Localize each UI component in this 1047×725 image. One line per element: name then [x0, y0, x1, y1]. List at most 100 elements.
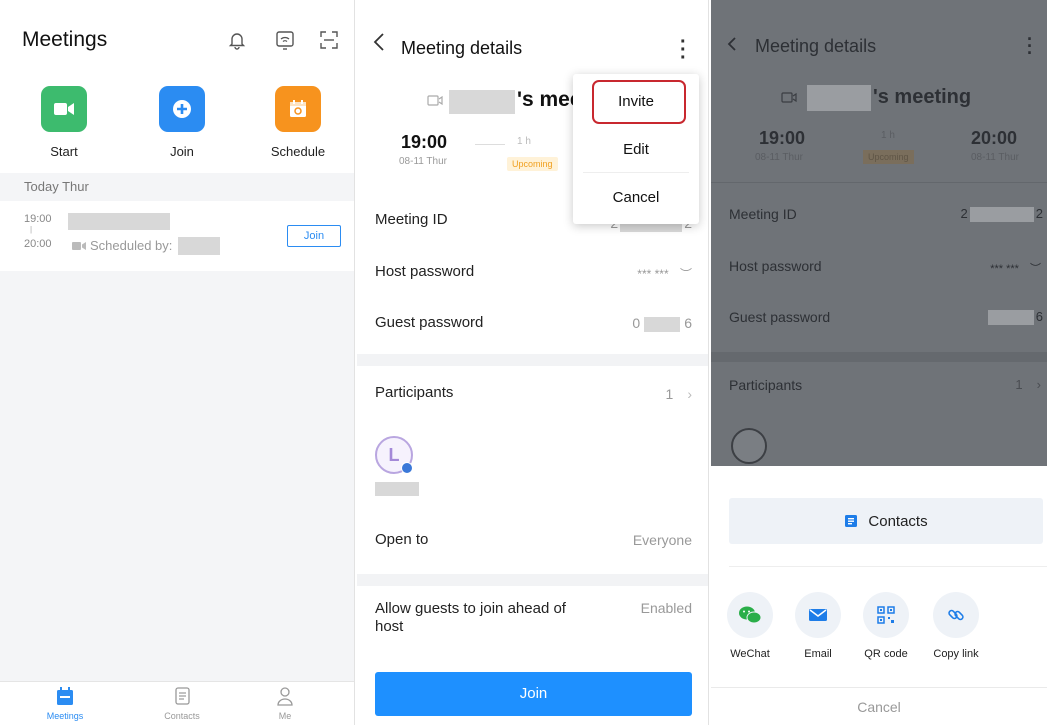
end-time: 20:00	[970, 128, 1017, 148]
share-qr-code[interactable]: QR code	[853, 592, 919, 660]
meeting-list-item[interactable]: 19:00 | 20:00 Scheduled by: Join	[0, 201, 354, 271]
organizer-name-redacted	[178, 237, 220, 255]
email-label: Email	[804, 648, 832, 660]
meetings-screen: Meetings Start Join Schedule Today Thur …	[0, 0, 355, 725]
page-title: Meeting details	[401, 38, 523, 58]
divider	[711, 182, 1047, 183]
nav-item-meetings[interactable]: Meetings	[30, 686, 100, 721]
nav-label-me: Me	[278, 711, 292, 721]
host-badge-icon	[401, 462, 413, 474]
contacts-icon	[845, 515, 858, 527]
back-arrow-icon[interactable]	[373, 32, 385, 52]
status-badge: Upcoming	[863, 150, 914, 164]
details-header: Meeting details · · ·	[357, 0, 708, 80]
plus-circle-icon	[159, 86, 205, 132]
start-time: 19:00	[401, 132, 448, 152]
meeting-id-value: 22	[960, 206, 1043, 223]
bottom-navigation: Meetings Contacts Me	[0, 681, 354, 725]
more-options-icon: · · ·	[1027, 29, 1033, 63]
more-options-icon[interactable]: · · ·	[680, 32, 687, 68]
participants-label: Participants	[729, 377, 803, 393]
cancel-button[interactable]: Cancel	[711, 687, 1047, 725]
dimmed-background[interactable]: Meeting details · · · 's meeting 19:00 08-…	[711, 0, 1047, 466]
divider	[729, 566, 1047, 567]
menu-item-invite[interactable]: Invite	[573, 93, 699, 110]
bell-icon[interactable]	[226, 29, 248, 51]
meeting-title-redacted	[68, 213, 170, 230]
allow-guests-value[interactable]: Enabled	[641, 600, 692, 616]
more-options-menu: Invite Edit Cancel	[573, 74, 699, 224]
host-password-label: Host password	[375, 263, 475, 280]
guest-password-label: Guest password	[729, 309, 831, 325]
guest-password-value: 06	[632, 315, 692, 332]
contacts-button[interactable]: Contacts	[729, 498, 1043, 544]
menu-item-cancel[interactable]: Cancel	[573, 189, 699, 206]
open-to-value[interactable]: Everyone	[633, 532, 692, 548]
duration: 1 h	[517, 136, 531, 147]
nav-item-contacts[interactable]: Contacts	[147, 686, 217, 721]
start-date: 08-11 Thur	[399, 156, 447, 167]
join-meeting-item-button[interactable]: Join	[287, 225, 341, 247]
meetings-header: Meetings Start Join Schedule	[0, 0, 354, 173]
nav-label-meetings: Meetings	[46, 711, 84, 721]
guest-password-value: 6	[986, 309, 1043, 326]
duration: 1 h	[881, 130, 895, 141]
share-email[interactable]: Email	[785, 592, 851, 660]
contacts-label: Contacts	[868, 512, 928, 530]
share-sheet: Contacts WeChat Email QR code Copy link …	[711, 466, 1047, 725]
email-icon	[795, 592, 841, 638]
menu-item-edit[interactable]: Edit	[573, 141, 699, 158]
video-icon	[427, 95, 443, 106]
host-password-label: Host password	[729, 258, 822, 274]
join-meeting-button[interactable]: Join	[142, 86, 222, 159]
meeting-id-label: Meeting ID	[729, 206, 797, 222]
schedule-label: Schedule	[270, 144, 326, 159]
wechat-icon	[727, 592, 773, 638]
eye-closed-icon[interactable]: ︶	[680, 267, 692, 281]
join-button[interactable]: Join	[375, 672, 692, 716]
date-section-header: Today Thur	[0, 173, 354, 201]
share-wechat[interactable]: WeChat	[717, 592, 783, 660]
time-separator: |	[30, 225, 33, 234]
video-camera-icon	[41, 86, 87, 132]
participants-count: 1 ›	[1015, 377, 1041, 392]
start-label: Start	[50, 144, 78, 159]
meeting-start-time: 19:00	[24, 213, 52, 225]
allow-guests-label: Allow guests to join ahead of host	[375, 600, 566, 635]
share-copy-link[interactable]: Copy link	[923, 592, 989, 660]
person-icon	[277, 687, 293, 706]
participant-name-redacted	[375, 482, 419, 496]
qr-code-label: QR code	[864, 648, 908, 660]
wechat-label: WeChat	[730, 648, 770, 660]
nav-label-contacts: Contacts	[164, 711, 200, 721]
scheduled-by-label: Scheduled by:	[90, 238, 173, 253]
host-password-value: *** *** ︶	[637, 267, 692, 281]
start-date: 08-11 Thur	[755, 152, 803, 163]
participants-count[interactable]: 1 ›	[666, 386, 692, 402]
participants-section: Participants 1 › L Open to Everyone	[357, 366, 708, 574]
back-arrow-icon	[727, 37, 736, 51]
copy-link-label: Copy link	[933, 648, 979, 660]
nav-item-me[interactable]: Me	[250, 686, 320, 721]
page-title: Meetings	[22, 28, 108, 51]
calendar-icon	[275, 86, 321, 132]
link-icon	[933, 592, 979, 638]
qr-code-icon	[863, 592, 909, 638]
avatar	[731, 428, 767, 464]
end-date: 08-11 Thur	[971, 152, 1019, 163]
cast-icon[interactable]	[274, 29, 296, 51]
meeting-id-label: Meeting ID	[375, 211, 448, 228]
start-meeting-button[interactable]: Start	[24, 86, 104, 159]
start-time: 19:00	[759, 128, 806, 148]
status-badge: Upcoming	[507, 154, 558, 172]
meeting-name: 's meeting	[873, 86, 972, 108]
participants-label: Participants	[375, 384, 454, 401]
meeting-name: 's mee	[517, 88, 582, 111]
schedule-meeting-button[interactable]: Schedule	[258, 86, 338, 159]
open-to-label: Open to	[375, 531, 429, 548]
calendar-icon	[57, 687, 73, 705]
scan-icon[interactable]	[318, 29, 340, 51]
video-icon	[72, 242, 86, 250]
page-title: Meeting details	[755, 36, 877, 56]
video-icon	[781, 92, 797, 103]
